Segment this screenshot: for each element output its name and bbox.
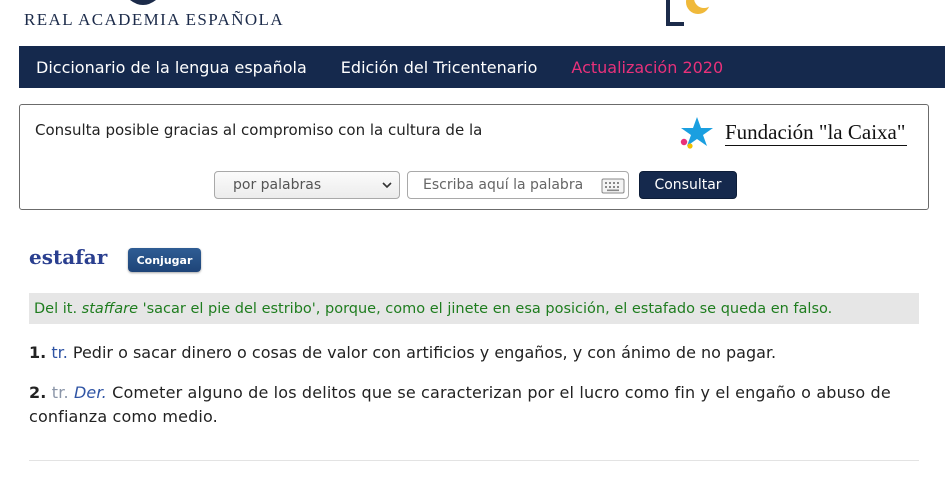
search-input-placeholder: Escriba aquí la palabra — [423, 177, 584, 193]
search-mode-select[interactable]: por palabras — [214, 171, 400, 199]
search-input[interactable]: Escriba aquí la palabra — [407, 171, 629, 199]
sponsor-text: Consulta posible gracias al compromiso c… — [35, 121, 483, 139]
entry-divider — [29, 460, 919, 461]
conjugar-button[interactable]: Conjugar — [128, 248, 201, 272]
etymology-rest: 'sacar el pie del estribo', porque, como… — [142, 300, 833, 317]
la-caixa-star-icon — [680, 117, 713, 149]
nav-item-actualizacion[interactable]: Actualización 2020 — [571, 58, 723, 77]
chevron-down-icon — [382, 182, 392, 189]
acepcion-number: 2. — [29, 383, 47, 402]
search-box: Consulta posible gracias al compromiso c… — [19, 104, 929, 210]
fundacion-la-caixa-logo[interactable]: Fundación "la Caixa" — [675, 115, 920, 149]
consultar-button[interactable]: Consultar — [639, 171, 737, 199]
etymology-italic-word: staffare — [81, 300, 139, 317]
tricentenario-emblem-icon — [666, 0, 714, 26]
acepcion-2: 2. tr. Der. Cometer alguno de los delito… — [29, 381, 909, 429]
search-mode-value: por palabras — [233, 177, 322, 193]
keyboard-icon[interactable] — [601, 178, 625, 194]
nav-item-diccionario[interactable]: Diccionario de la lengua española — [36, 58, 307, 77]
acepcion-number: 1. — [29, 343, 47, 362]
acepcion-1: 1. tr. Pedir o sacar dinero o cosas de v… — [29, 341, 909, 365]
acepcion-abbr-der[interactable]: Der. — [74, 383, 107, 402]
acepcion-text: Pedir o sacar dinero o cosas de valor co… — [72, 343, 777, 362]
rae-logo-text[interactable]: REAL ACADEMIA ESPAÑOLA — [24, 10, 284, 30]
entry-headword: estafar — [29, 245, 108, 269]
acepcion-text: Cometer alguno de los delitos que se car… — [29, 383, 891, 426]
etymology-prefix: Del it. — [34, 300, 78, 317]
acepcion-abbr-tr[interactable]: tr. — [52, 383, 69, 402]
rae-crest-icon[interactable] — [128, 0, 158, 6]
la-caixa-name: Fundación "la Caixa" — [725, 120, 908, 146]
main-navbar: Diccionario de la lengua española Edició… — [19, 46, 945, 88]
nav-item-tricentenario[interactable]: Edición del Tricentenario — [341, 58, 538, 77]
top-header: REAL ACADEMIA ESPAÑOLA — [0, 0, 945, 46]
etymology-box: Del it. staffare 'sacar el pie del estri… — [29, 293, 919, 324]
acepcion-abbr-tr[interactable]: tr. — [51, 343, 67, 362]
